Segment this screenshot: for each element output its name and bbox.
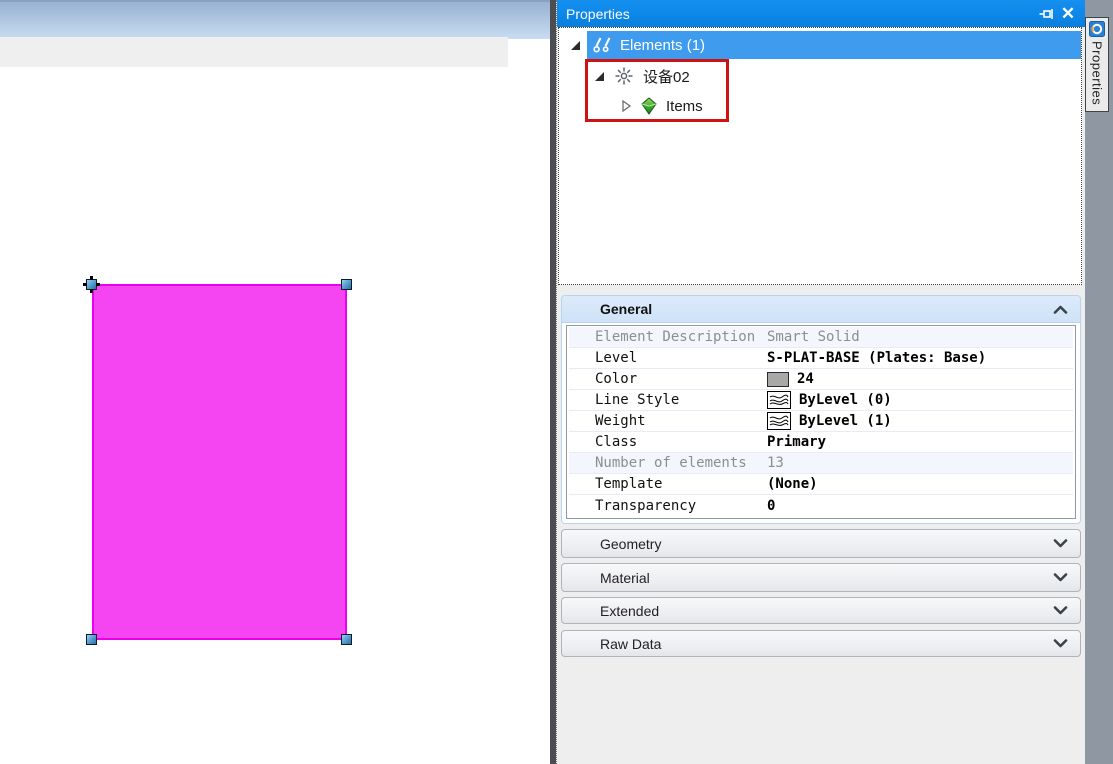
side-tab-label: Properties [1089,41,1105,106]
panel-titlebar: Properties ✕ [557,0,1085,27]
app-window: Properties ✕ Elements (1) 设备02 Items Gen… [0,0,1113,764]
property-value[interactable]: ByLevel (1) [767,412,1073,430]
property-value[interactable]: 0 [767,498,1073,514]
section-header-material[interactable]: Material [561,563,1081,592]
pin-icon [1038,7,1055,21]
color-swatch[interactable] [767,371,789,387]
properties-side-tab[interactable]: Properties [1085,17,1109,112]
tree-item-label: 设备02 [643,68,690,86]
property-label: Number of elements [595,455,747,471]
pin-button[interactable] [1035,4,1057,24]
chevron-down-icon[interactable] [1053,573,1068,582]
panel-title: Properties [566,5,630,22]
general-property-grid: Element Description Smart Solid Level S-… [561,323,1081,524]
drawing-canvas[interactable] [0,0,550,764]
selection-handle[interactable] [341,279,352,290]
handle-tick [90,289,93,293]
tree-selection-highlight[interactable]: Elements (1) [587,31,1081,59]
chevron-down-icon[interactable] [1053,639,1068,648]
selection-handle[interactable] [341,634,352,645]
property-label: Class [595,434,638,450]
section-header-extended[interactable]: Extended [561,597,1081,624]
property-row-number-of-elements: Number of elements 13 [569,453,1073,474]
close-icon: ✕ [1060,4,1076,23]
section-header-raw-data[interactable]: Raw Data [561,630,1081,657]
property-row-transparency[interactable]: Transparency 0 [569,495,1073,516]
property-value[interactable]: S-PLAT-BASE (Plates: Base) [767,350,1073,366]
section-header-general[interactable]: General [561,295,1081,323]
property-row-color[interactable]: Color 24 [569,369,1073,390]
line-style-preview-icon[interactable] [767,391,791,409]
section-title: Geometry [600,535,662,552]
selection-handle-origin[interactable] [83,276,100,293]
property-label: Color [595,371,638,387]
elements-icon [593,36,613,54]
handle-tick [83,283,87,286]
chevron-down-icon[interactable] [1053,539,1068,548]
view-toolbar-background [0,0,550,39]
property-row-level[interactable]: Level S-PLAT-BASE (Plates: Base) [569,348,1073,369]
selected-solid-element[interactable] [92,284,347,640]
property-row-template[interactable]: Template (None) [569,474,1073,495]
property-label: Line Style [595,392,680,408]
properties-panel: Properties ✕ Elements (1) 设备02 Items Gen… [556,0,1085,764]
expanded-triangle-icon[interactable] [569,39,581,51]
property-row-line-style[interactable]: Line Style ByLevel (0) [569,390,1073,411]
section-title: Material [600,569,650,586]
close-button[interactable]: ✕ [1057,4,1079,24]
section-title: Extended [600,602,660,619]
secondary-toolbar-background [0,37,508,67]
property-row-weight[interactable]: Weight ByLevel (1) [569,411,1073,432]
tree-item-items[interactable]: Items [559,91,1081,121]
tree-item-device[interactable]: 设备02 [559,61,1081,91]
dock-strip: Properties [1085,0,1113,764]
tree-item-label: Elements (1) [620,36,706,54]
section-title: Raw Data [600,635,662,652]
section-header-geometry[interactable]: Geometry [561,529,1081,558]
property-label: Element Description [595,329,756,345]
handle-tick [90,276,93,280]
selection-handle[interactable] [86,634,97,645]
handle-tick [96,283,100,286]
property-row-class[interactable]: Class Primary [569,432,1073,453]
property-value[interactable]: ByLevel (0) [767,391,1073,409]
element-tree: Elements (1) 设备02 Items [558,27,1082,285]
device-sun-icon [614,66,634,86]
property-label: Transparency [595,497,697,514]
property-value[interactable]: 24 [767,371,1073,387]
tree-item-elements[interactable]: Elements (1) [559,31,1081,59]
property-grid: Element Description Smart Solid Level S-… [566,325,1076,519]
chevron-up-icon[interactable] [1053,305,1068,314]
property-value[interactable]: Primary [767,434,1073,450]
collapsed-triangle-icon[interactable] [620,100,632,112]
property-label: Weight [595,413,646,429]
section-title: General [600,301,653,317]
property-value[interactable]: (None) [767,476,1073,492]
items-gem-icon [641,97,657,115]
property-value: 13 [767,455,784,471]
property-row-element-description: Element Description Smart Solid [569,327,1073,348]
expanded-triangle-icon[interactable] [593,70,605,82]
line-weight-preview-icon[interactable] [767,412,791,430]
tree-item-label: Items [666,97,703,115]
properties-tab-icon [1089,21,1105,37]
property-label: Template [595,476,663,492]
property-value: Smart Solid [767,329,860,345]
property-label: Level [595,350,638,366]
chevron-down-icon[interactable] [1053,606,1068,615]
